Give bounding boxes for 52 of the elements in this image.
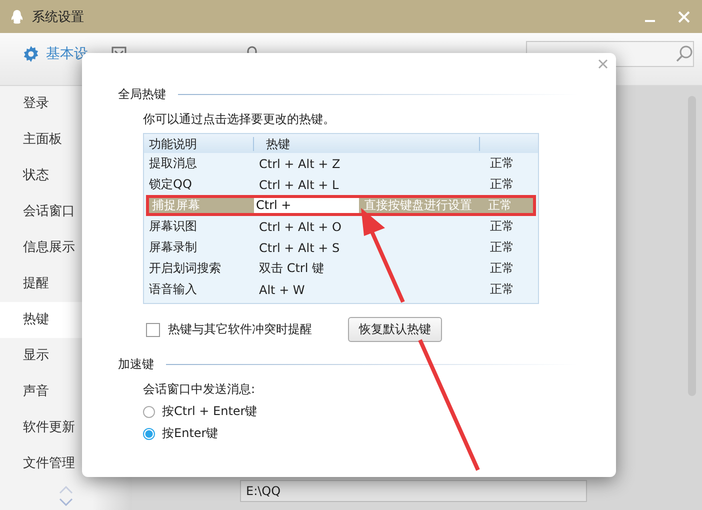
table-cell-text: Alt + W (258, 282, 306, 296)
lock-icon[interactable] (245, 46, 259, 54)
table-cell-text: Ctrl + Alt + O (258, 220, 342, 234)
restore-defaults-button[interactable]: 恢复默认热键 (348, 317, 442, 342)
radio-label: 按Ctrl + Enter键 (162, 403, 258, 420)
table-cell: 正常 (490, 218, 514, 235)
section-title: 全局热键 (118, 86, 166, 103)
table-cell: 正常 (488, 197, 512, 214)
scroll-up-icon[interactable] (59, 486, 73, 494)
hint-text: 你可以通过点击选择要更改的热键。 (143, 111, 336, 128)
hotkey-input[interactable]: Ctrl + (254, 197, 359, 214)
column-header[interactable]: 热键 (254, 136, 480, 150)
table-cell-text: Ctrl + Alt + Z (258, 156, 342, 170)
column-header[interactable]: 功能说明 (144, 136, 254, 150)
table-cell-text: 屏幕录制 (148, 239, 198, 256)
radio-label: 按Enter键 (162, 425, 218, 442)
table-row[interactable]: 屏幕识图 Ctrl + Alt + O 正常 (144, 216, 538, 237)
penguin-icon (10, 8, 24, 24)
table-cell-text: 提取消息 (148, 155, 198, 172)
gear-icon (22, 45, 40, 63)
table-cell-text: Ctrl + Alt + S (258, 240, 341, 254)
table-row[interactable]: 开启划词搜索 双击 Ctrl 键 正常 (144, 258, 538, 279)
table-row[interactable]: 语音输入 Alt + W 正常 (144, 279, 538, 300)
table-row[interactable]: 屏幕录制 Ctrl + Alt + S 正常 (144, 237, 538, 258)
radio-button[interactable] (143, 428, 155, 440)
table-cell: 正常 (490, 281, 514, 298)
table-cell-text: 屏幕识图 (148, 218, 198, 235)
table-cell-text: Ctrl + Alt + L (258, 178, 340, 192)
table-cell: 正常 (490, 260, 514, 277)
table-cell-text: 双击 Ctrl 键 (258, 260, 325, 277)
scroll-down-icon[interactable] (59, 498, 73, 506)
prompt-text: 会话窗口中发送消息: (143, 381, 256, 398)
table-row[interactable]: 捕捉屏幕 Ctrl + 直接按键盘进行设置 正常 (146, 195, 536, 216)
table-row[interactable]: 提取消息 Ctrl + Alt + Z 正常 (144, 153, 538, 174)
section-title: 加速键 (118, 356, 154, 373)
table-cell-text: 锁定QQ (148, 176, 193, 193)
checkbox-label: 热键与其它软件冲突时提醒 (168, 321, 312, 338)
window-icon[interactable] (111, 46, 127, 54)
window-title: 系统设置 (32, 8, 84, 26)
search-icon[interactable] (675, 45, 693, 63)
table-cell: 正常 (490, 239, 514, 256)
close-icon[interactable] (598, 59, 608, 69)
table-row[interactable]: 锁定QQ Ctrl + Alt + L 正常 (144, 174, 538, 195)
table-cell: 正常 (490, 155, 514, 172)
table-cell-text: 直接按键盘进行设置 (363, 197, 473, 214)
checkbox[interactable] (146, 322, 160, 336)
path-field[interactable]: E:\QQ (240, 480, 587, 502)
table-cell-text: 语音输入 (148, 281, 198, 298)
table-cell-text: 捕捉屏幕 (151, 197, 201, 214)
table-cell-text: 开启划词搜索 (148, 260, 222, 277)
table-cell: 正常 (490, 176, 514, 193)
radio-button[interactable] (143, 406, 155, 418)
